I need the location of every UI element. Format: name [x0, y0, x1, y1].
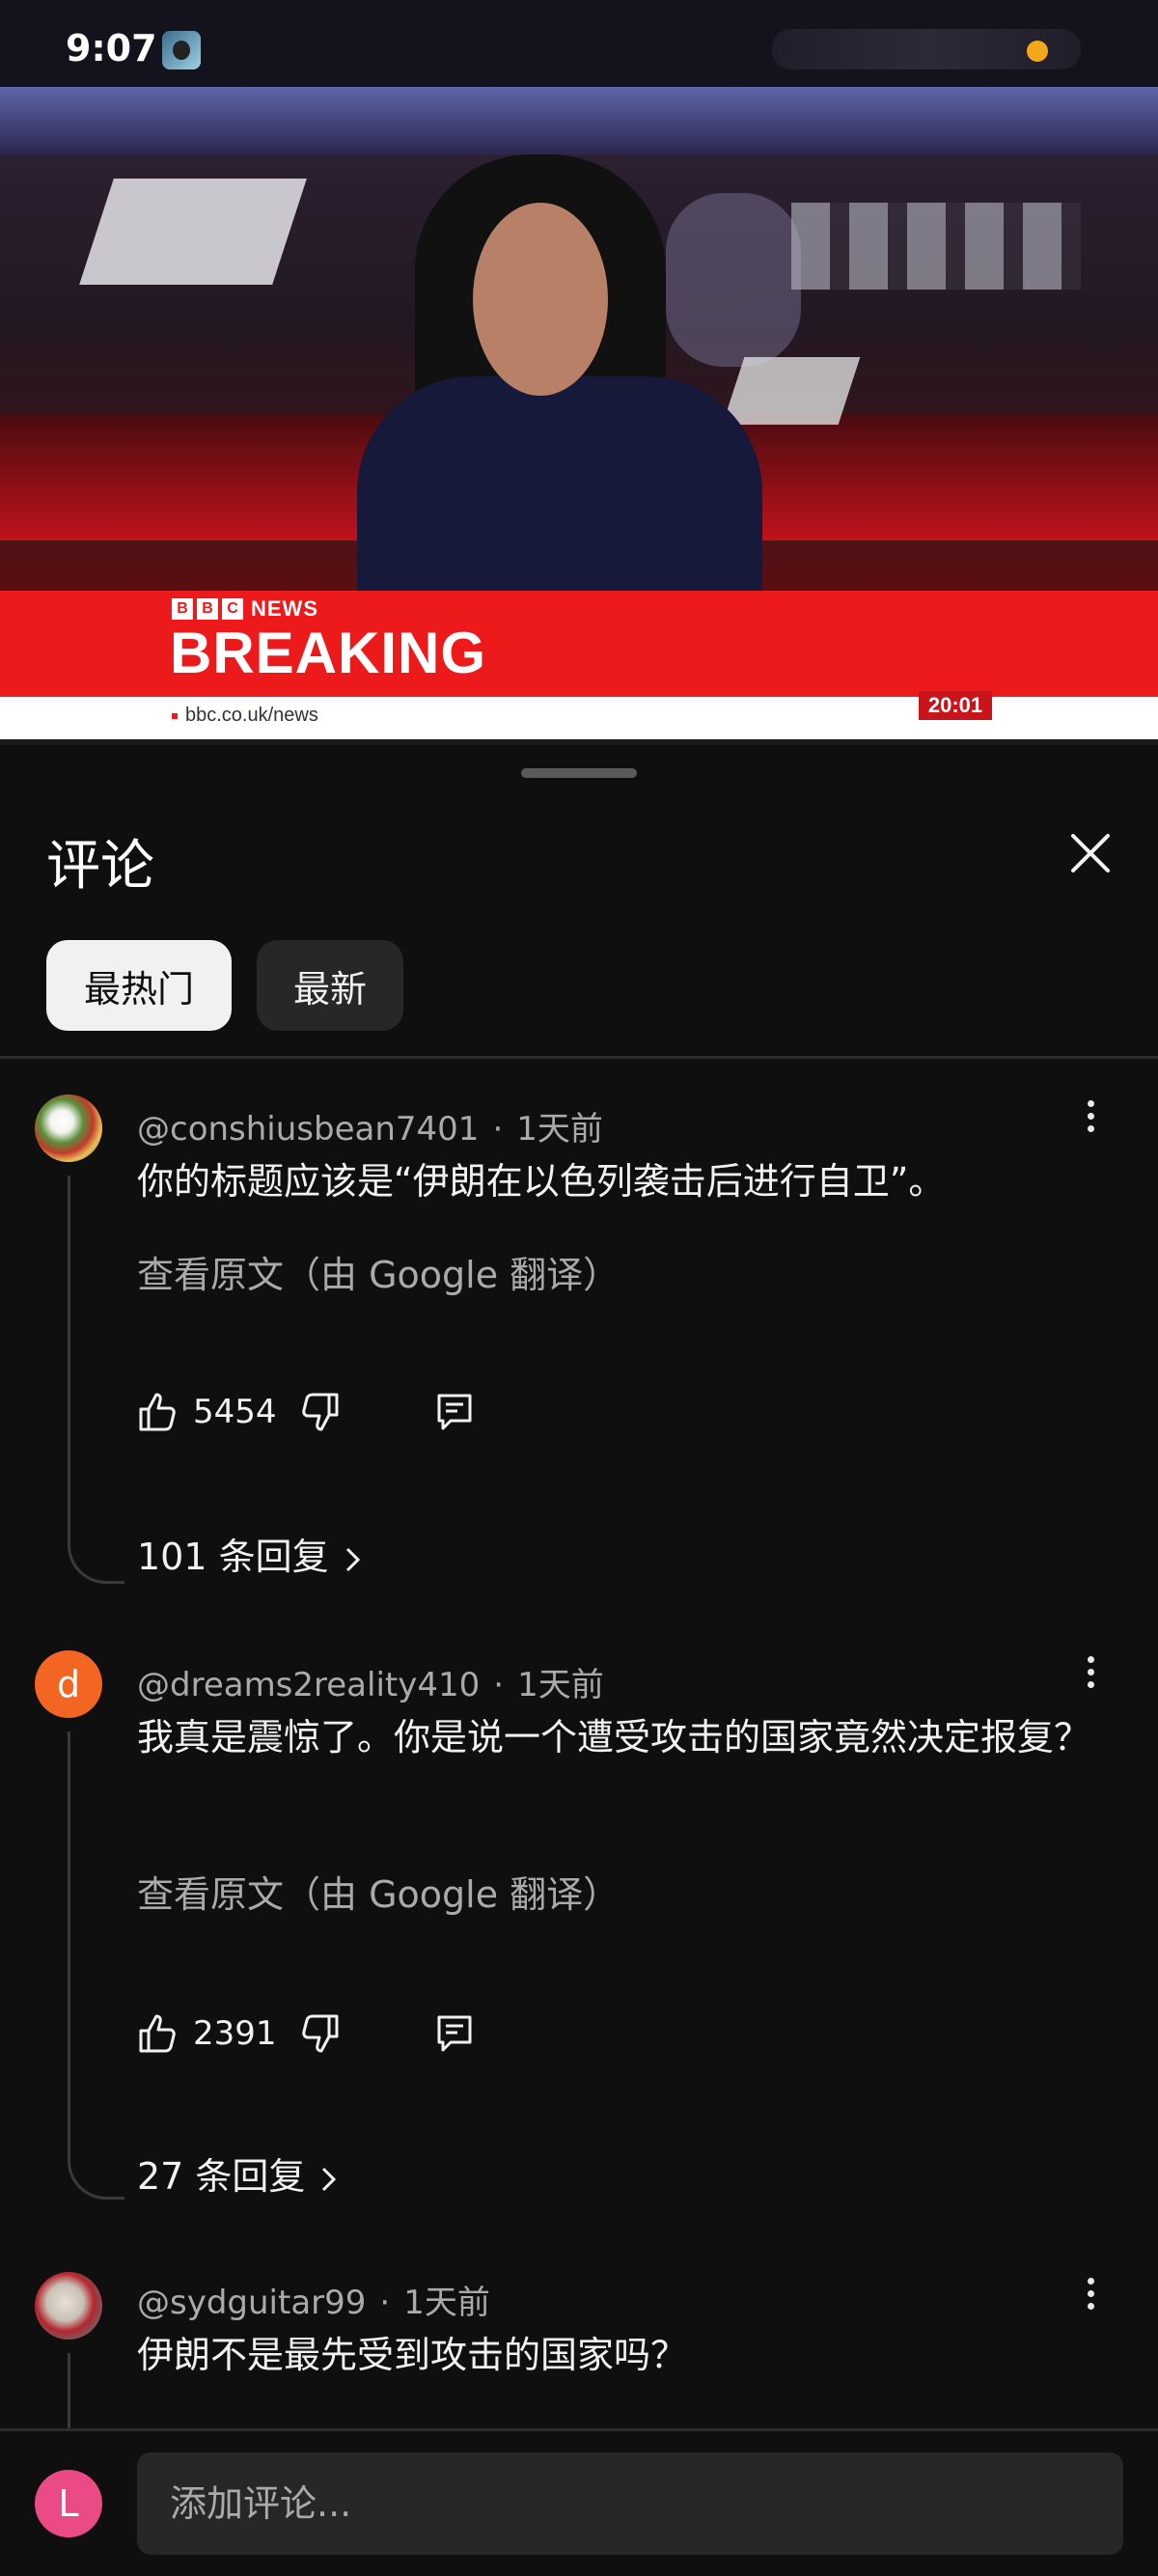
comment-actions: 2391	[137, 2009, 476, 2058]
comment-author[interactable]: @dreams2reality410	[137, 1666, 480, 1704]
comment-text: 伊朗不是最先受到攻击的国家吗？	[137, 2334, 688, 2376]
status-bar: 9:07	[0, 0, 1158, 87]
thumb-down-icon	[301, 1393, 339, 1431]
add-comment-input[interactable]: 添加评论...	[137, 2452, 1123, 2555]
reply-icon	[437, 1394, 472, 1430]
comment-text: 我真是震惊了。你是说一个遭受攻击的国家竟然决定报复？	[137, 1716, 1091, 1759]
thread-line	[68, 1176, 70, 1542]
studio-panel	[79, 179, 307, 285]
comment-composer: L 添加评论...	[0, 2428, 1158, 2576]
close-icon	[1071, 834, 1110, 873]
thread-curve	[68, 1542, 124, 1584]
close-button[interactable]	[1062, 824, 1119, 882]
app-notification-icon	[162, 31, 201, 69]
studio-pillar	[666, 193, 801, 367]
comment-actions: 5454	[137, 1388, 476, 1436]
breaking-headline: BREAKING	[170, 621, 487, 685]
view-original-link[interactable]: 查看原文（由 Google 翻译）	[137, 1865, 620, 1918]
user-avatar[interactable]: L	[35, 2470, 102, 2537]
privacy-indicator-dot	[1027, 41, 1048, 62]
comment-time: 1天前	[403, 2284, 490, 2322]
like-count: 2391	[193, 2014, 277, 2053]
thread-curve	[68, 2158, 124, 2200]
avatar[interactable]	[35, 2272, 102, 2340]
divider	[0, 1056, 1158, 1059]
more-options-button[interactable]	[1071, 2274, 1110, 2313]
comment-author[interactable]: @conshiusbean7401	[137, 1110, 479, 1149]
news-url: bbc.co.uk/news	[172, 705, 318, 727]
reply-button[interactable]	[433, 2012, 476, 2055]
thread-line	[68, 1731, 70, 2158]
comment-meta: @dreams2reality410 · 1天前	[137, 1666, 604, 1704]
filter-top-comments[interactable]: 最热门	[46, 940, 232, 1031]
thread-line	[68, 2353, 70, 2430]
reply-icon	[437, 2015, 472, 2052]
studio-ceiling	[0, 87, 1158, 154]
comment-author[interactable]: @sydguitar99	[137, 2284, 366, 2322]
more-options-button[interactable]	[1071, 1096, 1110, 1135]
view-replies-link[interactable]: 101 条回复	[137, 1527, 364, 1580]
more-options-button[interactable]	[1071, 1652, 1110, 1691]
comment-time: 1天前	[517, 1666, 604, 1704]
dislike-button[interactable]	[298, 1391, 341, 1433]
like-button[interactable]	[137, 2012, 179, 2055]
video-player[interactable]: B B C NEWS BREAKING bbc.co.uk/news 20:01	[0, 87, 1158, 745]
bbc-news-logo: B B C NEWS	[172, 596, 318, 622]
chevron-right-icon	[345, 1547, 360, 1571]
comment-text: 你的标题应该是“伊朗在以色列袭击后进行自卫”。	[137, 1160, 946, 1203]
thumb-up-icon	[139, 1393, 176, 1431]
comments-sheet: 评论 最热门 最新 @conshiusbean7401 · 1天前 你的标题应该是“…	[0, 745, 1158, 2573]
thumb-up-icon	[139, 2014, 176, 2053]
comment-meta: @conshiusbean7401 · 1天前	[137, 1110, 603, 1149]
avatar[interactable]: d	[35, 1650, 102, 1718]
sheet-title: 评论	[46, 835, 154, 898]
like-button[interactable]	[137, 1391, 179, 1433]
view-replies-link[interactable]: 27 条回复	[137, 2147, 340, 2200]
reply-button[interactable]	[433, 1391, 476, 1433]
dislike-button[interactable]	[298, 2012, 341, 2055]
broadcast-clock: 20:01	[919, 691, 992, 720]
studio-panel	[722, 357, 861, 425]
studio-screens	[791, 203, 1081, 290]
avatar[interactable]	[35, 1094, 102, 1162]
thumb-down-icon	[301, 2014, 339, 2053]
drag-handle[interactable]	[521, 768, 637, 778]
status-time: 9:07	[66, 27, 157, 69]
view-original-link[interactable]: 查看原文（由 Google 翻译）	[137, 1245, 620, 1298]
comment-meta: @sydguitar99 · 1天前	[137, 2284, 490, 2322]
comment-time: 1天前	[516, 1110, 603, 1149]
filter-newest[interactable]: 最新	[257, 940, 403, 1031]
chevron-right-icon	[322, 2167, 337, 2191]
news-anchor-face	[473, 203, 608, 396]
like-count: 5454	[193, 1393, 277, 1431]
